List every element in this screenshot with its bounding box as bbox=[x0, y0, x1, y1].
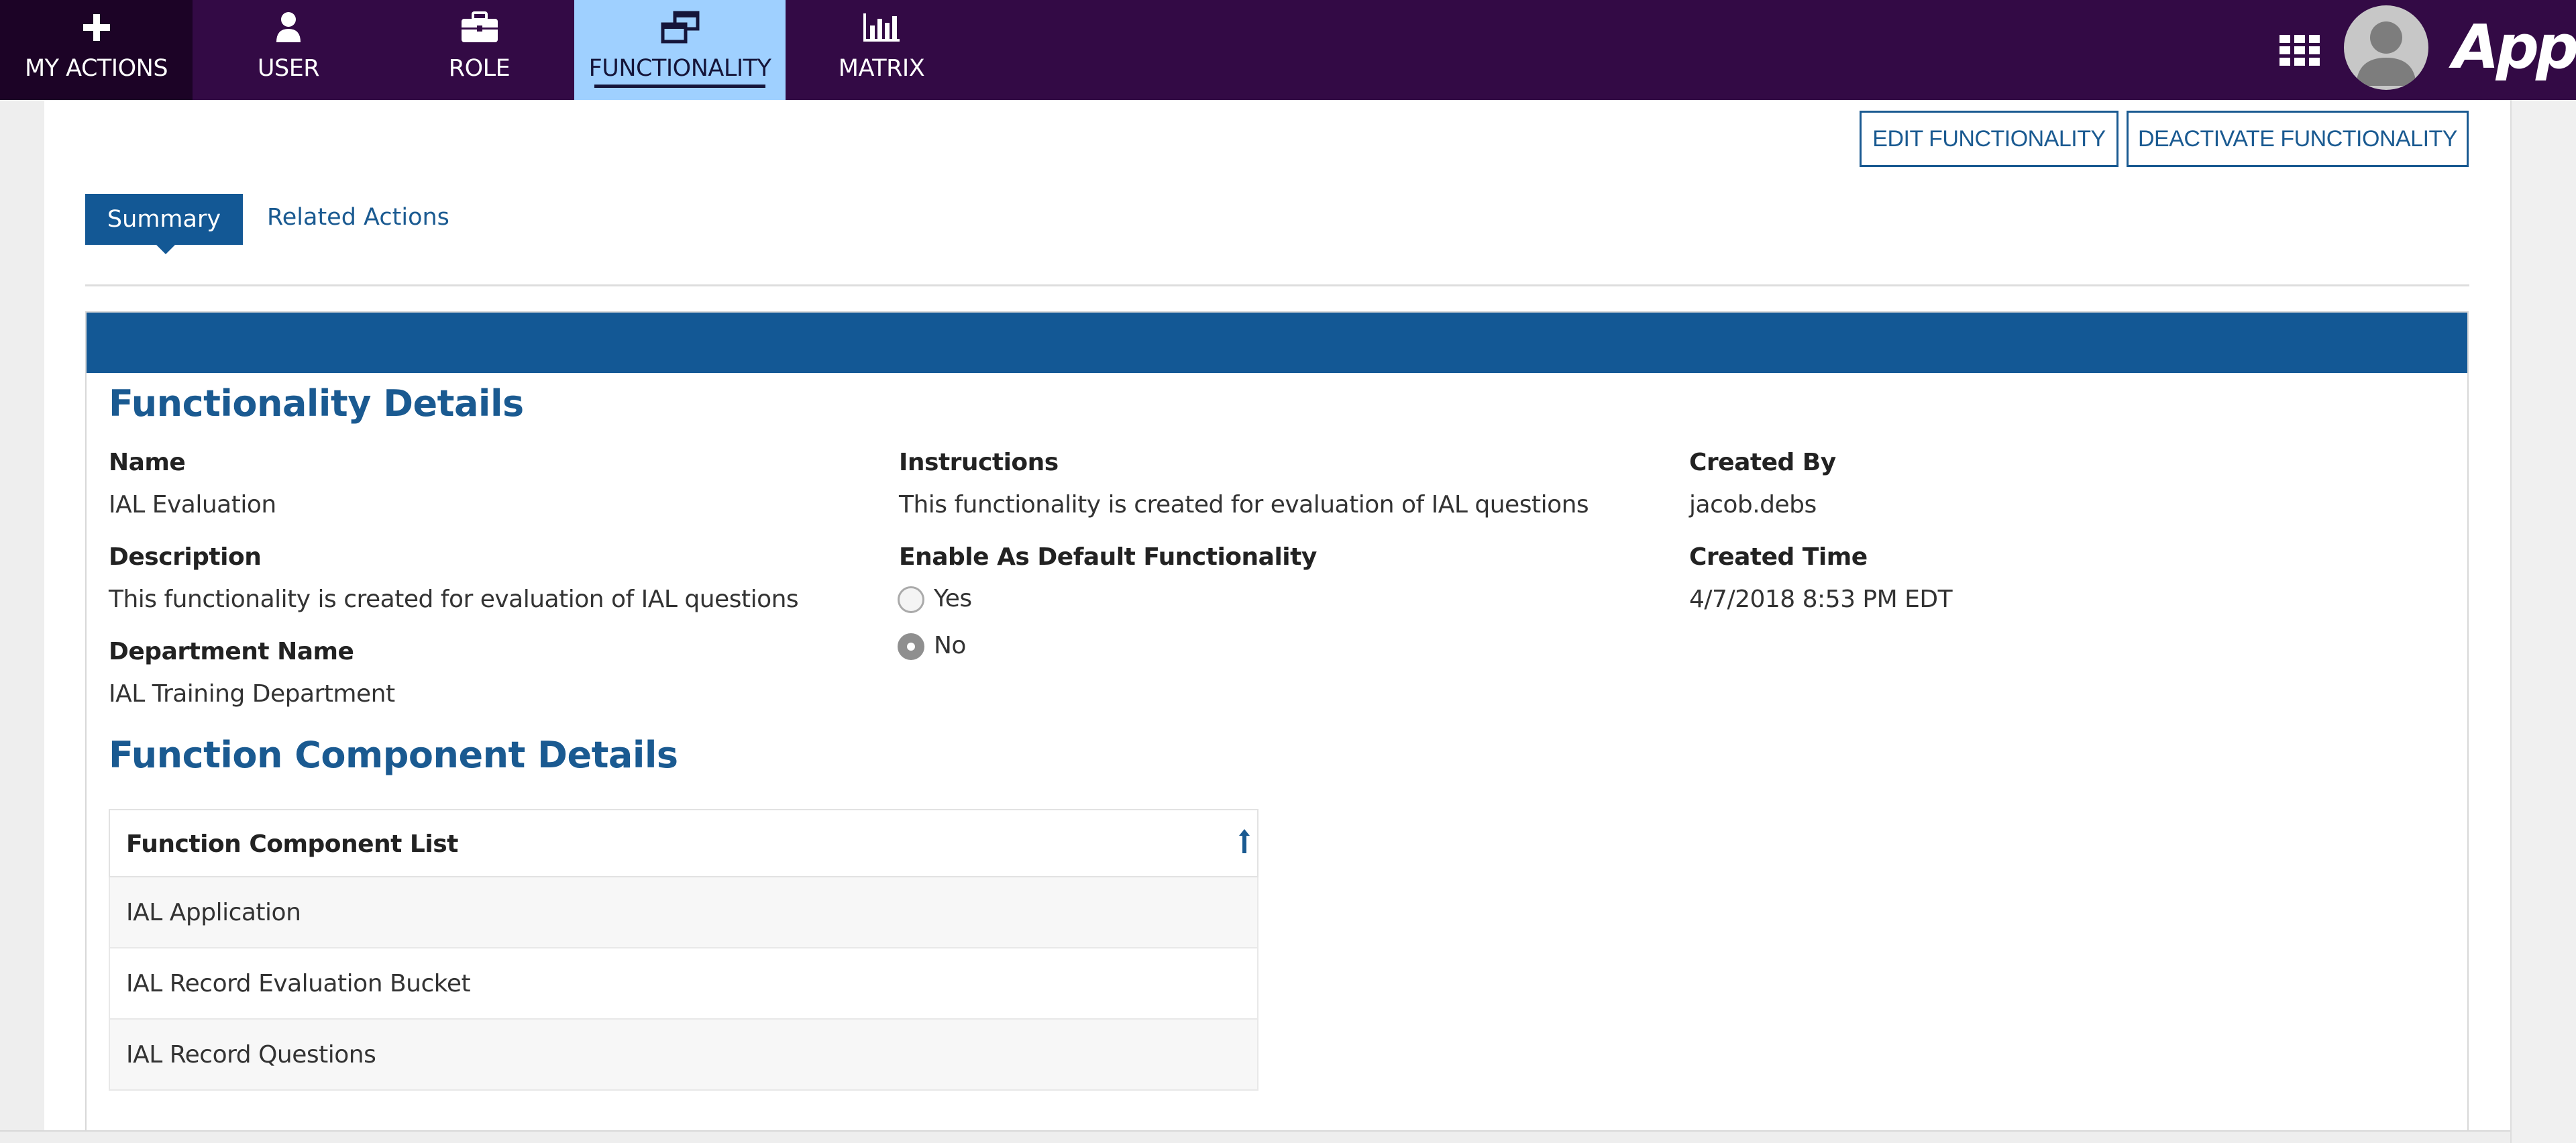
tab-related-actions[interactable]: Related Actions bbox=[267, 204, 449, 231]
tab-user[interactable]: USER bbox=[193, 0, 384, 100]
description-value: This functionality is created for evalua… bbox=[109, 586, 799, 613]
top-navigation-bar: MY ACTIONS USER ROLE FUNCTIONALITY MATRI… bbox=[0, 0, 2576, 100]
radio-yes[interactable] bbox=[898, 586, 924, 613]
default-functionality-label: Enable As Default Functionality bbox=[899, 543, 1317, 571]
grid-column-header[interactable]: Function Component List bbox=[109, 809, 1258, 877]
page-bottom-edge bbox=[0, 1130, 2510, 1143]
card-header-band bbox=[87, 313, 2467, 373]
user-avatar[interactable] bbox=[2344, 5, 2428, 90]
deactivate-functionality-button[interactable]: DEACTIVATE FUNCTIONALITY bbox=[2127, 111, 2469, 167]
tab-label: FUNCTIONALITY bbox=[588, 55, 771, 82]
tab-summary[interactable]: Summary bbox=[85, 194, 243, 254]
windows-icon bbox=[659, 8, 702, 47]
tab-my-actions[interactable]: MY ACTIONS bbox=[0, 0, 193, 100]
description-label: Description bbox=[109, 543, 262, 571]
appian-logo: Appian bbox=[2453, 12, 2576, 83]
tab-summary-label: Summary bbox=[107, 206, 221, 233]
active-tab-pointer bbox=[156, 245, 175, 254]
name-value: IAL Evaluation bbox=[109, 491, 276, 519]
user-icon bbox=[267, 8, 310, 47]
column-header-label: Function Component List bbox=[126, 830, 458, 858]
edit-functionality-button[interactable]: EDIT FUNCTIONALITY bbox=[1860, 111, 2118, 167]
tab-label: USER bbox=[257, 55, 320, 82]
created-time-label: Created Time bbox=[1689, 543, 1868, 571]
scrollbar-track[interactable] bbox=[2510, 100, 2576, 1143]
radio-no[interactable] bbox=[898, 633, 924, 660]
functionality-details-heading: Functionality Details bbox=[109, 382, 524, 425]
name-label: Name bbox=[109, 449, 186, 476]
tab-role[interactable]: ROLE bbox=[384, 0, 574, 100]
table-row[interactable]: IAL Application bbox=[109, 877, 1258, 948]
created-time-value: 4/7/2018 8:53 PM EDT bbox=[1689, 586, 1953, 613]
tab-label: ROLE bbox=[448, 55, 511, 82]
tab-divider bbox=[85, 284, 2469, 286]
tab-functionality[interactable]: FUNCTIONALITY bbox=[574, 0, 786, 100]
radio-no-label: No bbox=[934, 632, 966, 659]
created-by-value: jacob.debs bbox=[1689, 491, 1817, 519]
active-tab-underline bbox=[594, 85, 765, 88]
sort-ascending-icon[interactable] bbox=[1237, 828, 1252, 861]
app-launcher-grid-icon[interactable] bbox=[2278, 34, 2321, 67]
plus-icon bbox=[75, 8, 118, 47]
created-by-label: Created By bbox=[1689, 449, 1836, 476]
briefcase-icon bbox=[458, 8, 501, 47]
tab-label: MY ACTIONS bbox=[24, 55, 168, 82]
radio-yes-label: Yes bbox=[934, 585, 972, 612]
table-row[interactable]: IAL Record Questions bbox=[109, 1020, 1258, 1091]
table-cell: IAL Application bbox=[126, 899, 301, 926]
table-cell: IAL Record Questions bbox=[126, 1041, 376, 1069]
tab-matrix[interactable]: MATRIX bbox=[786, 0, 977, 100]
department-name-label: Department Name bbox=[109, 638, 354, 665]
instructions-label: Instructions bbox=[899, 449, 1059, 476]
function-component-grid: Function Component List IAL Application … bbox=[109, 809, 1258, 1091]
bar-chart-icon bbox=[860, 8, 903, 47]
tab-label: MATRIX bbox=[838, 55, 925, 82]
table-row[interactable]: IAL Record Evaluation Bucket bbox=[109, 948, 1258, 1020]
table-cell: IAL Record Evaluation Bucket bbox=[126, 970, 471, 997]
function-component-details-heading: Function Component Details bbox=[109, 734, 678, 776]
instructions-value: This functionality is created for evalua… bbox=[899, 491, 1589, 519]
department-name-value: IAL Training Department bbox=[109, 680, 395, 708]
